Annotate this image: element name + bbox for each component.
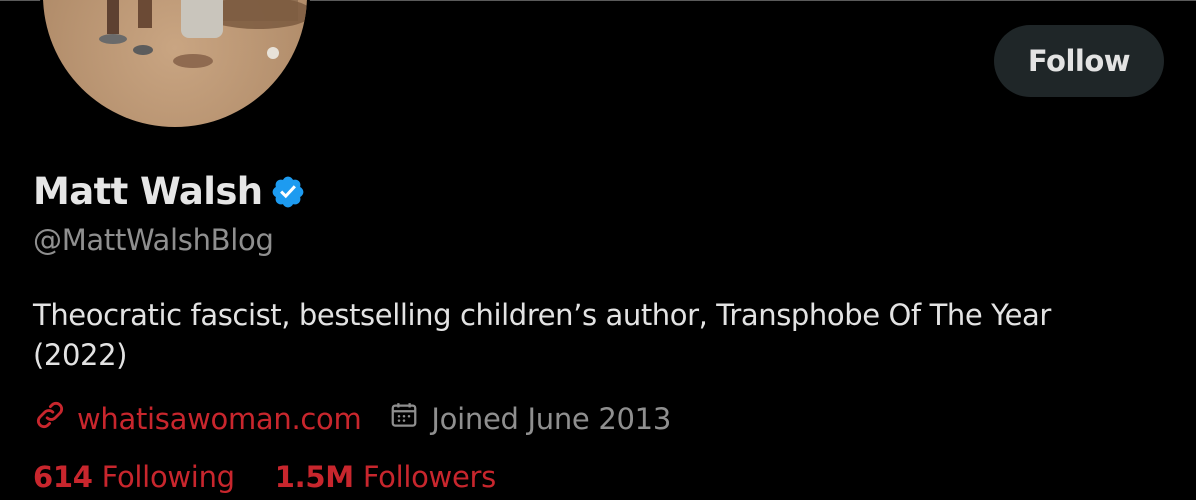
following-count: 614	[33, 460, 93, 494]
avatar-photo	[43, 0, 307, 127]
followers-label: Followers	[362, 460, 496, 494]
followers-count: 1.5M	[274, 460, 354, 494]
calendar-icon	[389, 400, 419, 437]
following-link[interactable]: 614 Following	[33, 460, 235, 494]
profile-bio: Theocratic fascist, bestselling children…	[33, 298, 1051, 372]
profile-meta: whatisawoman.com Joined June 2013	[33, 398, 671, 439]
follow-button[interactable]: Follow	[994, 25, 1164, 97]
joined-text: Joined June 2013	[431, 401, 671, 436]
profile-name-row: Matt Walsh	[33, 170, 306, 213]
joined-date: Joined June 2013	[389, 400, 671, 437]
link-icon	[33, 398, 67, 439]
followers-link[interactable]: 1.5M Followers	[275, 460, 496, 494]
profile-handle: @MattWalshBlog	[33, 223, 274, 257]
profile-avatar[interactable]	[40, 0, 310, 130]
website-link[interactable]: whatisawoman.com	[33, 398, 362, 439]
display-name: Matt Walsh	[33, 170, 263, 213]
following-label: Following	[101, 460, 235, 494]
website-url[interactable]: whatisawoman.com	[77, 402, 362, 436]
profile-stats: 614 Following 1.5M Followers	[33, 460, 496, 494]
verified-badge-icon[interactable]	[270, 174, 306, 210]
